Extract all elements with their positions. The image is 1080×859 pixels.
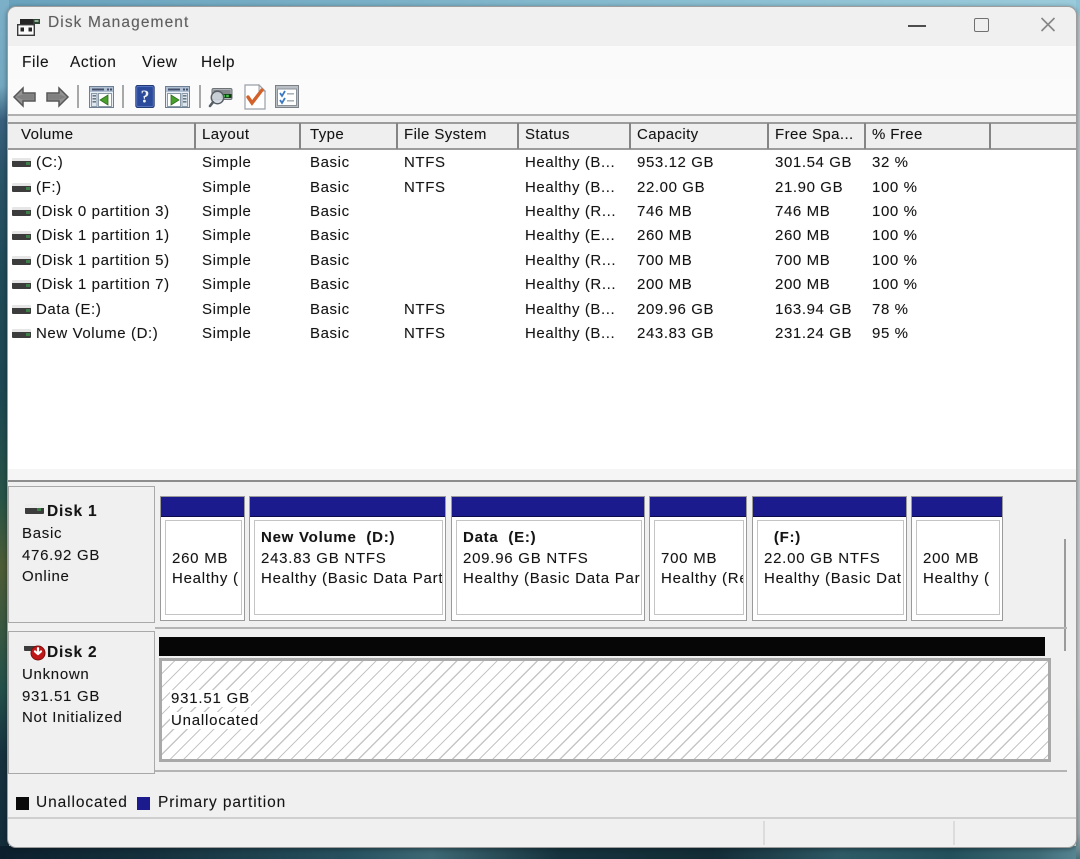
svg-text:?: ?: [141, 86, 150, 106]
